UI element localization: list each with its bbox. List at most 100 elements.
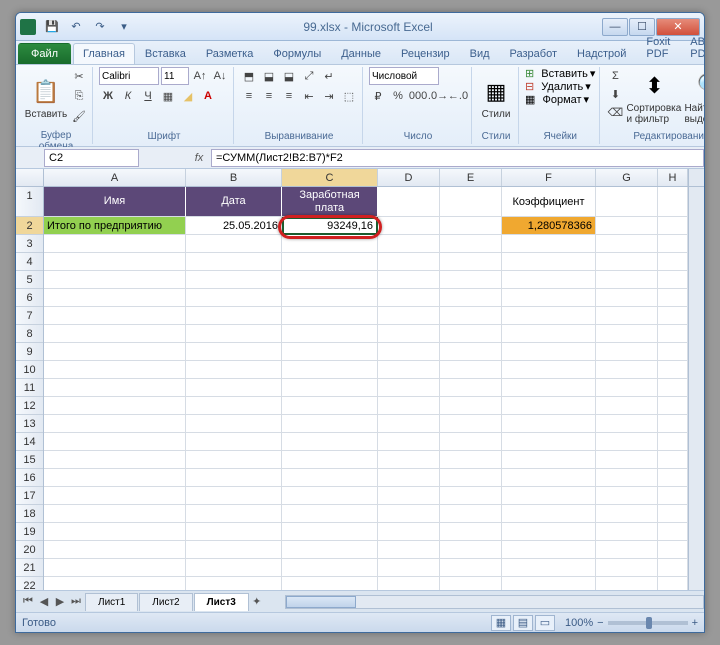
zoom-out-icon[interactable]: − bbox=[597, 617, 603, 629]
tab-view[interactable]: Вид bbox=[460, 43, 500, 64]
currency-icon[interactable]: ₽ bbox=[369, 87, 387, 105]
sheet-nav-first-icon[interactable]: ⏮ bbox=[20, 594, 36, 610]
zoom-slider[interactable] bbox=[608, 621, 688, 625]
zoom-in-icon[interactable]: + bbox=[692, 617, 698, 629]
number-format-select[interactable] bbox=[369, 67, 439, 85]
merge-icon[interactable]: ⬚ bbox=[340, 87, 358, 105]
sort-filter-button[interactable]: ⬍ Сортировка и фильтр bbox=[626, 67, 682, 129]
sheet-tab[interactable]: Лист3 bbox=[194, 593, 249, 611]
cells-area[interactable]: Имя Дата Заработная плата Коэффициент Ит… bbox=[44, 187, 688, 590]
italic-icon[interactable]: К bbox=[119, 87, 137, 105]
row-header[interactable]: 17 bbox=[16, 487, 43, 505]
undo-icon[interactable]: ↶ bbox=[66, 17, 86, 37]
redo-icon[interactable]: ↷ bbox=[90, 17, 110, 37]
format-cells-button[interactable]: ▦ Формат ▾ bbox=[525, 93, 589, 106]
row-header[interactable]: 20 bbox=[16, 541, 43, 559]
row-header[interactable]: 14 bbox=[16, 433, 43, 451]
align-right-icon[interactable]: ≡ bbox=[280, 87, 298, 105]
styles-button[interactable]: ▦ Стили bbox=[478, 67, 514, 129]
horizontal-scrollbar[interactable] bbox=[285, 595, 704, 609]
cell-header[interactable]: Коэффициент bbox=[502, 187, 596, 217]
fx-icon[interactable]: fx bbox=[189, 149, 209, 167]
font-color-icon[interactable]: A bbox=[199, 87, 217, 105]
tab-layout[interactable]: Разметка bbox=[196, 43, 264, 64]
format-painter-icon[interactable]: 🖌 bbox=[70, 107, 88, 125]
tab-insert[interactable]: Вставка bbox=[135, 43, 196, 64]
save-icon[interactable]: 💾 bbox=[42, 17, 62, 37]
row-header[interactable]: 21 bbox=[16, 559, 43, 577]
row-header[interactable]: 9 bbox=[16, 343, 43, 361]
cell-b2[interactable]: 25.05.2016 bbox=[186, 217, 282, 235]
col-header-b[interactable]: B bbox=[186, 169, 282, 186]
shrink-font-icon[interactable]: A↓ bbox=[211, 67, 229, 85]
col-header-a[interactable]: A bbox=[44, 169, 186, 186]
tab-foxit[interactable]: Foxit PDF bbox=[636, 31, 680, 64]
paste-button[interactable]: 📋 Вставить bbox=[24, 67, 68, 129]
tab-abbyy[interactable]: ABBYY PDF bbox=[680, 31, 705, 64]
select-all-corner[interactable] bbox=[16, 169, 44, 186]
autosum-icon[interactable]: Σ bbox=[606, 67, 624, 85]
delete-cells-button[interactable]: ⊟ Удалить ▾ bbox=[525, 80, 591, 93]
tab-review[interactable]: Рецензир bbox=[391, 43, 460, 64]
formula-input[interactable]: =СУММ(Лист2!B2:B7)*F2 bbox=[211, 149, 704, 167]
page-layout-view-icon[interactable]: ▤ bbox=[513, 615, 533, 631]
cell-a2[interactable]: Итого по предприятию bbox=[44, 217, 186, 235]
increase-decimal-icon[interactable]: .0→ bbox=[429, 87, 447, 105]
tab-developer[interactable]: Разработ bbox=[500, 43, 567, 64]
align-bottom-icon[interactable]: ⬓ bbox=[280, 67, 298, 85]
cell-header[interactable]: Имя bbox=[44, 187, 186, 217]
col-header-g[interactable]: G bbox=[596, 169, 658, 186]
page-break-view-icon[interactable]: ▭ bbox=[535, 615, 555, 631]
col-header-c[interactable]: C bbox=[282, 169, 378, 186]
grow-font-icon[interactable]: A↑ bbox=[191, 67, 209, 85]
row-header[interactable]: 1 bbox=[16, 187, 43, 217]
tab-formulas[interactable]: Формулы bbox=[263, 43, 331, 64]
align-center-icon[interactable]: ≡ bbox=[260, 87, 278, 105]
underline-icon[interactable]: Ч bbox=[139, 87, 157, 105]
normal-view-icon[interactable]: ▦ bbox=[491, 615, 511, 631]
align-middle-icon[interactable]: ⬓ bbox=[260, 67, 278, 85]
decrease-indent-icon[interactable]: ⇤ bbox=[300, 87, 318, 105]
col-header-e[interactable]: E bbox=[440, 169, 502, 186]
sheet-nav-prev-icon[interactable]: ◀ bbox=[36, 594, 52, 610]
align-left-icon[interactable]: ≡ bbox=[240, 87, 258, 105]
row-header[interactable]: 6 bbox=[16, 289, 43, 307]
new-sheet-icon[interactable]: ✦ bbox=[249, 594, 265, 610]
col-header-d[interactable]: D bbox=[378, 169, 440, 186]
row-header[interactable]: 8 bbox=[16, 325, 43, 343]
border-icon[interactable]: ▦ bbox=[159, 87, 177, 105]
decrease-decimal-icon[interactable]: ←.0 bbox=[449, 87, 467, 105]
fill-color-icon[interactable]: ◢ bbox=[179, 87, 197, 105]
row-header[interactable]: 5 bbox=[16, 271, 43, 289]
align-top-icon[interactable]: ⬒ bbox=[240, 67, 258, 85]
copy-icon[interactable]: ⎘ bbox=[70, 87, 88, 105]
zoom-level[interactable]: 100% bbox=[565, 617, 593, 629]
row-header[interactable]: 4 bbox=[16, 253, 43, 271]
row-header[interactable]: 10 bbox=[16, 361, 43, 379]
row-header[interactable]: 19 bbox=[16, 523, 43, 541]
cut-icon[interactable]: ✂ bbox=[70, 67, 88, 85]
row-header[interactable]: 3 bbox=[16, 235, 43, 253]
row-header[interactable]: 16 bbox=[16, 469, 43, 487]
wrap-text-icon[interactable]: ↵ bbox=[320, 67, 338, 85]
row-header[interactable]: 11 bbox=[16, 379, 43, 397]
increase-indent-icon[interactable]: ⇥ bbox=[320, 87, 338, 105]
row-header[interactable]: 22 bbox=[16, 577, 43, 590]
vertical-scrollbar[interactable] bbox=[688, 187, 704, 590]
row-header[interactable]: 18 bbox=[16, 505, 43, 523]
tab-home[interactable]: Главная bbox=[73, 43, 135, 64]
bold-icon[interactable]: Ж bbox=[99, 87, 117, 105]
sheet-nav-next-icon[interactable]: ▶ bbox=[52, 594, 68, 610]
sheet-nav-last-icon[interactable]: ⏭ bbox=[68, 594, 84, 610]
font-name-select[interactable] bbox=[99, 67, 159, 85]
clear-icon[interactable]: ⌫ bbox=[606, 103, 624, 121]
tab-addins[interactable]: Надстрой bbox=[567, 43, 636, 64]
insert-cells-button[interactable]: ⊞ Вставить ▾ bbox=[525, 67, 595, 80]
row-header[interactable]: 2 bbox=[16, 217, 43, 235]
col-header-h[interactable]: H bbox=[658, 169, 688, 186]
font-size-select[interactable] bbox=[161, 67, 189, 85]
comma-icon[interactable]: 000 bbox=[409, 87, 427, 105]
orientation-icon[interactable]: ⤢ bbox=[300, 67, 318, 85]
tab-data[interactable]: Данные bbox=[331, 43, 391, 64]
cell-header[interactable]: Дата bbox=[186, 187, 282, 217]
